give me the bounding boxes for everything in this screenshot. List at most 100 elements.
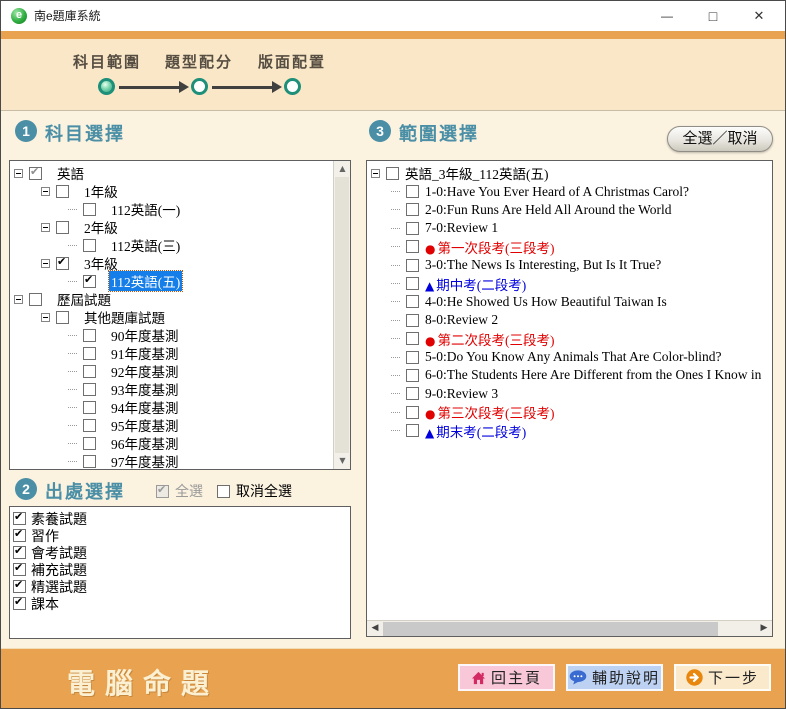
list-item[interactable]: 素養試題	[13, 510, 350, 527]
checkbox[interactable]	[13, 597, 26, 610]
tree-item[interactable]: 其他題庫試題	[10, 308, 333, 326]
checkbox[interactable]	[83, 329, 96, 342]
vertical-scrollbar[interactable]	[333, 161, 350, 469]
tree-item[interactable]: ▲期中考(二段考)	[367, 274, 772, 292]
tree-item[interactable]: ●第一次段考(三段考)	[367, 238, 772, 256]
tree-item[interactable]: 91年度基測	[10, 344, 333, 362]
tree-item[interactable]: 5-0:Do You Know Any Animals That Are Col…	[367, 348, 772, 366]
tree-item[interactable]: 92年度基測	[10, 362, 333, 380]
tree-item[interactable]: 96年度基測	[10, 434, 333, 452]
checkbox[interactable]	[83, 383, 96, 396]
tree-item[interactable]: ▲期末考(二段考)	[367, 421, 772, 439]
checkbox[interactable]	[13, 512, 26, 525]
collapse-icon[interactable]	[14, 169, 23, 178]
tree-item[interactable]: 112英語(一)	[10, 200, 333, 218]
checkbox[interactable]	[56, 311, 69, 324]
toggle-all-button[interactable]: 全選／取消	[667, 126, 773, 152]
tree-item[interactable]: 112英語(三)	[10, 236, 333, 254]
checkbox[interactable]	[29, 167, 42, 180]
checkbox[interactable]	[29, 293, 42, 306]
checkbox[interactable]	[406, 295, 419, 308]
checkbox[interactable]	[56, 221, 69, 234]
checkbox[interactable]	[13, 529, 26, 542]
checkbox[interactable]	[406, 406, 419, 419]
collapse-icon[interactable]	[14, 295, 23, 304]
deselect-all-checkbox[interactable]: 取消全選	[217, 481, 292, 501]
checkbox[interactable]	[156, 485, 169, 498]
list-item[interactable]: 會考試題	[13, 544, 350, 561]
tree-item[interactable]: 6-0:The Students Here Are Different from…	[367, 366, 772, 384]
step-circle-2[interactable]	[191, 78, 208, 95]
close-button[interactable]: ✕	[741, 1, 777, 31]
list-item[interactable]: 精選試題	[13, 578, 350, 595]
checkbox[interactable]	[406, 351, 419, 364]
checkbox[interactable]	[56, 185, 69, 198]
collapse-icon[interactable]	[371, 169, 380, 178]
checkbox[interactable]	[217, 485, 230, 498]
tree-item[interactable]: 93年度基測	[10, 380, 333, 398]
tree-item[interactable]: 3-0:The News Is Interesting, But Is It T…	[367, 256, 772, 274]
checkbox[interactable]	[56, 257, 69, 270]
checkbox[interactable]	[83, 455, 96, 468]
checkbox[interactable]	[83, 437, 96, 450]
tree-item[interactable]: ●第二次段考(三段考)	[367, 330, 772, 348]
collapse-icon[interactable]	[41, 259, 50, 268]
minimize-button[interactable]: —	[649, 1, 685, 31]
scroll-right-icon[interactable]	[756, 621, 772, 637]
tree-item[interactable]: 7-0:Review 1	[367, 219, 772, 237]
checkbox[interactable]	[83, 419, 96, 432]
collapse-icon[interactable]	[41, 223, 50, 232]
tree-item[interactable]: 112英語(五)	[10, 272, 333, 290]
checkbox[interactable]	[406, 424, 419, 437]
collapse-icon[interactable]	[41, 187, 50, 196]
checkbox[interactable]	[83, 347, 96, 360]
tree-item[interactable]: 英語_3年級_112英語(五)	[367, 164, 772, 182]
tree-item[interactable]: 2年級	[10, 218, 333, 236]
tree-item[interactable]: 94年度基測	[10, 398, 333, 416]
tree-item[interactable]: 歷屆試題	[10, 290, 333, 308]
scrollbar-thumb[interactable]	[335, 177, 349, 453]
collapse-icon[interactable]	[41, 313, 50, 322]
checkbox[interactable]	[83, 365, 96, 378]
scrollbar-thumb[interactable]	[383, 622, 718, 636]
tree-item[interactable]: 4-0:He Showed Us How Beautiful Taiwan Is	[367, 293, 772, 311]
checkbox[interactable]	[386, 167, 399, 180]
tree-item[interactable]: 90年度基測	[10, 326, 333, 344]
select-all-checkbox[interactable]: 全選	[156, 481, 203, 501]
tree-item[interactable]: 8-0:Review 2	[367, 311, 772, 329]
scroll-left-icon[interactable]	[367, 621, 383, 637]
scroll-up-icon[interactable]	[334, 161, 351, 177]
list-item[interactable]: 補充試題	[13, 561, 350, 578]
checkbox[interactable]	[406, 332, 419, 345]
tree-item[interactable]: 英語	[10, 164, 333, 182]
tree-item[interactable]: 2-0:Fun Runs Are Held All Around the Wor…	[367, 201, 772, 219]
list-item[interactable]: 習作	[13, 527, 350, 544]
tree-item[interactable]: ●第三次段考(三段考)	[367, 403, 772, 421]
checkbox[interactable]	[406, 314, 419, 327]
checkbox[interactable]	[406, 222, 419, 235]
checkbox[interactable]	[406, 240, 419, 253]
tree-item[interactable]: 3年級	[10, 254, 333, 272]
checkbox[interactable]	[83, 275, 96, 288]
checkbox[interactable]	[406, 369, 419, 382]
checkbox[interactable]	[13, 580, 26, 593]
help-button[interactable]: 輔助說明	[566, 664, 663, 691]
checkbox[interactable]	[83, 401, 96, 414]
next-step-button[interactable]: 下一步	[674, 664, 771, 691]
checkbox[interactable]	[406, 203, 419, 216]
tree-item[interactable]: 1年級	[10, 182, 333, 200]
checkbox[interactable]	[406, 277, 419, 290]
tree-item[interactable]: 97年度基測	[10, 452, 333, 469]
checkbox[interactable]	[13, 546, 26, 559]
checkbox[interactable]	[83, 203, 96, 216]
checkbox[interactable]	[13, 563, 26, 576]
step-circle-3[interactable]	[284, 78, 301, 95]
checkbox[interactable]	[406, 387, 419, 400]
step-circle-1[interactable]	[98, 78, 115, 95]
tree-item[interactable]: 1-0:Have You Ever Heard of A Christmas C…	[367, 182, 772, 200]
list-item[interactable]: 課本	[13, 595, 350, 612]
checkbox[interactable]	[83, 239, 96, 252]
home-page-button[interactable]: 回主頁	[458, 664, 555, 691]
tree-item[interactable]: 95年度基測	[10, 416, 333, 434]
scroll-down-icon[interactable]	[334, 453, 351, 469]
